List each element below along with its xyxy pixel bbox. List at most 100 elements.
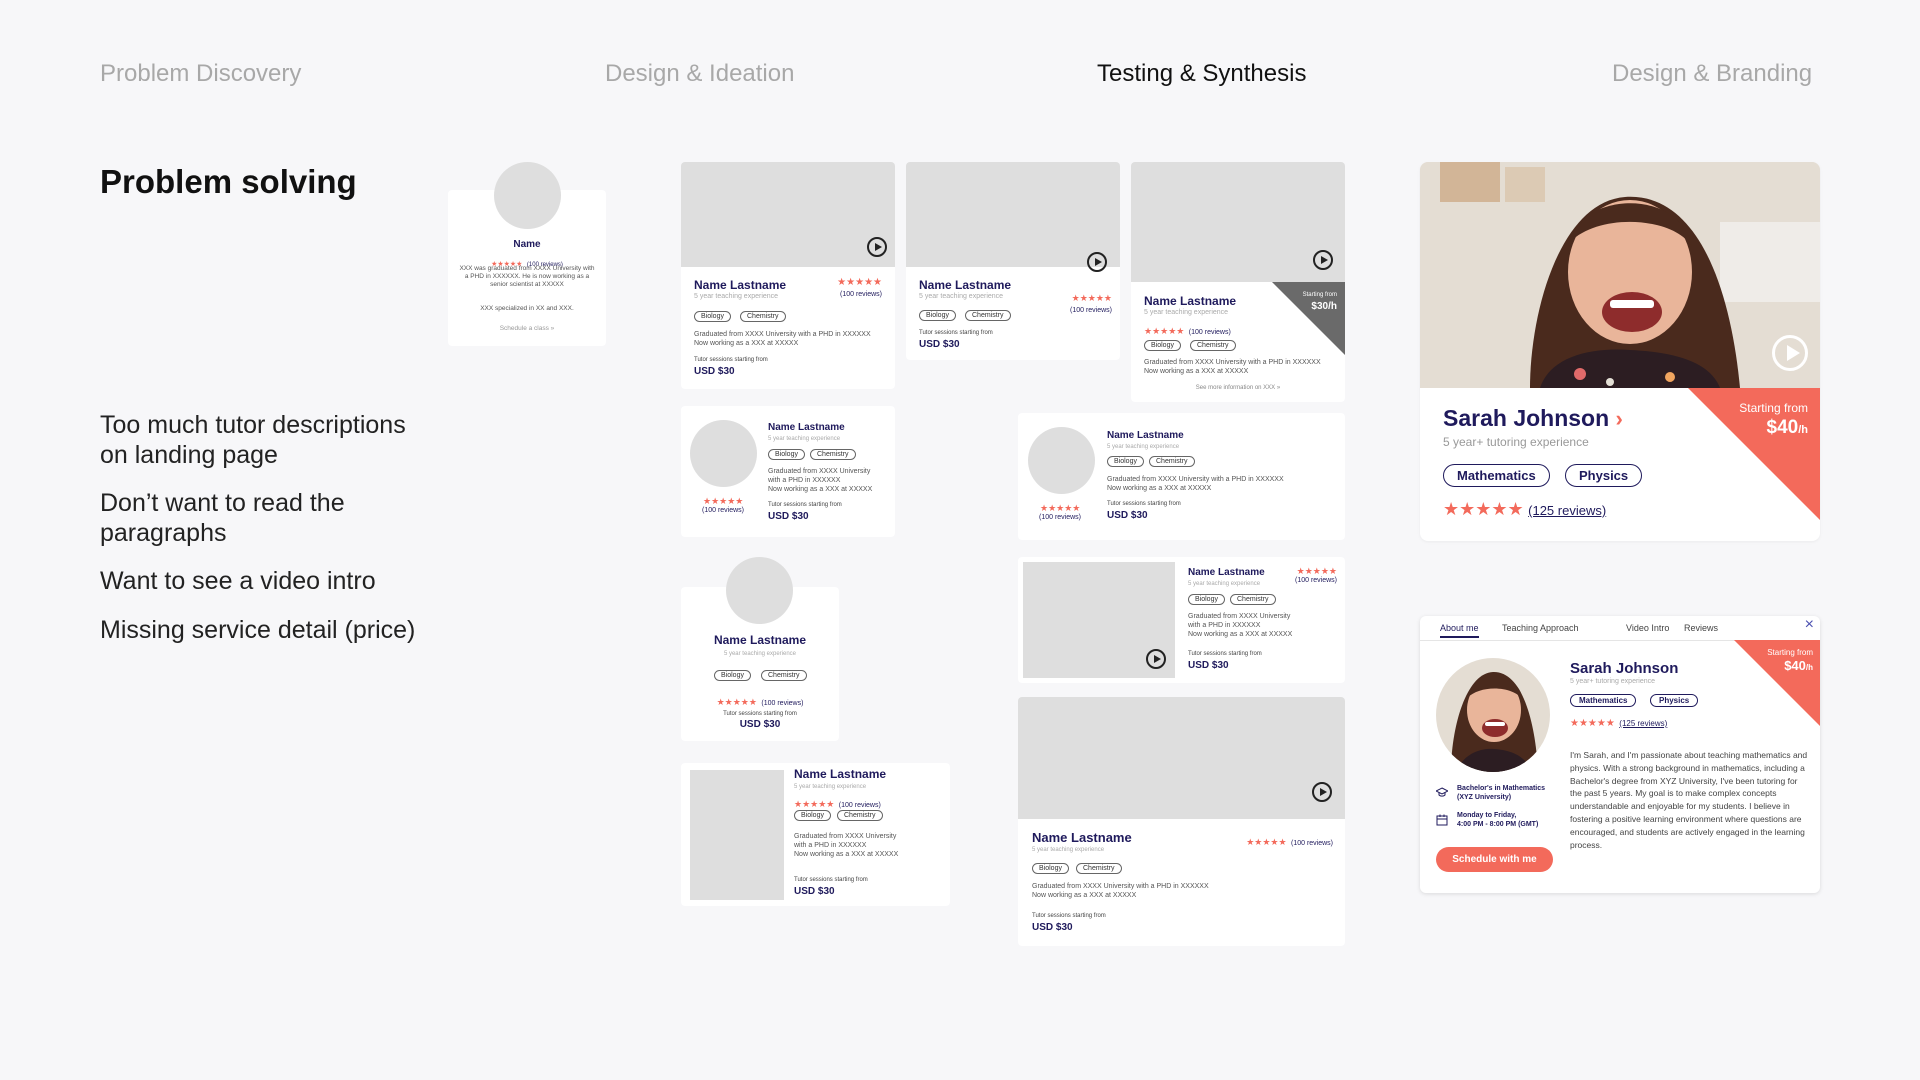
tutor-experience: 5 year teaching experience xyxy=(1188,581,1261,587)
tutor-name: Name Lastname xyxy=(1144,294,1237,308)
session-price: USD $30 xyxy=(1107,510,1148,521)
play-icon[interactable] xyxy=(867,237,887,257)
tutor-description: Graduated from XXXX University with a PH… xyxy=(1107,476,1284,492)
subject-tag: Biology xyxy=(794,810,831,821)
tab-reviews[interactable]: Reviews xyxy=(1684,623,1718,633)
sessions-label: Tutor sessions starting from xyxy=(768,502,842,508)
corner-price: $30/h xyxy=(1311,301,1337,312)
sessions-label: Tutor sessions starting from xyxy=(723,711,797,717)
tutor-bio: I'm Sarah, and I'm passionate about teac… xyxy=(1570,750,1808,850)
tutor-description: XXX was graduated from XXXX University w… xyxy=(459,265,595,288)
video-placeholder[interactable] xyxy=(906,162,1120,267)
tutor-experience: 5 year teaching experience xyxy=(1032,847,1105,853)
tutor-description: Graduated from XXXX University with a PH… xyxy=(1144,359,1321,375)
pain-point: Missing service detail (price) xyxy=(100,616,416,644)
chevron-right-icon[interactable]: › xyxy=(1616,406,1623,431)
rating-stars: ★★★★★ xyxy=(837,277,882,288)
avatar-placeholder xyxy=(726,557,793,624)
subject-tag: Biology xyxy=(1188,594,1225,605)
subject-tag: Physics xyxy=(1565,464,1643,487)
avatar-placeholder xyxy=(690,420,757,487)
tutor-photo xyxy=(1420,162,1820,388)
rating-stars: ★★★★★ xyxy=(1246,837,1287,847)
subject-tag: Biology xyxy=(714,670,751,681)
play-icon[interactable] xyxy=(1087,252,1107,272)
schedule-button[interactable]: Schedule with me xyxy=(1436,847,1553,872)
tutor-experience: 5 year teaching experience xyxy=(1144,309,1229,316)
rating-stars: ★★★★★ xyxy=(1071,293,1112,303)
tutor-experience: 5 year+ tutoring experience xyxy=(1570,678,1656,685)
wireframe-card-video-left: Name Lastname ★★★★★ 5 year teaching expe… xyxy=(1018,557,1345,683)
play-icon[interactable] xyxy=(1772,335,1808,371)
session-price: USD $30 xyxy=(794,886,835,897)
play-icon[interactable] xyxy=(1312,782,1332,802)
tutor-description: Graduated from XXXX University with a PHD… xyxy=(1188,613,1293,638)
tutor-description: Graduated from XXXX University with a PHD… xyxy=(794,833,899,858)
subject-tag: Chemistry xyxy=(1149,456,1195,467)
review-count: (100 reviews) xyxy=(1188,329,1231,336)
corner-starting-label: Starting from xyxy=(1302,292,1337,298)
tutor-profile-modal: About me Teaching Approach Video Intro R… xyxy=(1420,616,1820,893)
tutor-description: Graduated from XXXX University with a PHD… xyxy=(768,468,873,493)
wireframe-card-photo-left: Name Lastname 5 year teaching experience… xyxy=(681,763,950,906)
wireframe-card-video-large: Name Lastname ★★★★★ (100 reviews) 5 year… xyxy=(1018,697,1345,946)
review-count: (100 reviews) xyxy=(839,291,882,298)
tutor-specialty: XXX specialized in XX and XXX. xyxy=(480,305,574,312)
stage-problem-discovery: Problem Discovery xyxy=(100,60,302,87)
review-count: (100 reviews) xyxy=(1039,514,1082,521)
wireframe-card-video-a: Name Lastname ★★★★★ 5 year teaching expe… xyxy=(681,162,895,389)
tutor-name: Name Lastname xyxy=(794,767,887,781)
close-icon[interactable]: × xyxy=(1805,616,1814,634)
see-more-link[interactable]: See more information on XXX » xyxy=(1131,385,1345,391)
wireframe-card-video-b: Name Lastname 5 year teaching experience… xyxy=(906,162,1120,360)
session-price: USD $30 xyxy=(1188,660,1229,671)
session-price: USD $30 xyxy=(694,366,735,377)
stage-design-branding: Design & Branding xyxy=(1612,60,1813,87)
tutor-name: Name Lastname xyxy=(1188,567,1265,578)
review-count: (100 reviews) xyxy=(1069,307,1112,314)
play-icon[interactable] xyxy=(1146,649,1166,669)
stage-design-ideation: Design & Ideation xyxy=(605,60,795,87)
subject-tag: Chemistry xyxy=(1230,594,1276,605)
tutor-name[interactable]: Sarah Johnson › xyxy=(1443,405,1623,432)
tutor-card-final[interactable]: Starting from $40/h Sarah Johnson › 5 ye… xyxy=(1420,162,1820,541)
subject-tag: Chemistry xyxy=(965,310,1011,321)
tutor-availability: Monday to Friday, 4:00 PM - 8:00 PM (GMT) xyxy=(1457,812,1539,828)
review-count: (100 reviews) xyxy=(761,700,804,707)
reviews-link[interactable]: (125 reviews) xyxy=(1619,719,1667,728)
review-count: (100 reviews) xyxy=(838,802,881,809)
reviews-link[interactable]: (125 reviews) xyxy=(1528,503,1606,518)
subject-tag: Mathematics xyxy=(1443,464,1550,487)
sessions-label: Tutor sessions starting from xyxy=(794,877,868,883)
tutor-name: Name Lastname xyxy=(919,278,1012,292)
rating-stars: ★★★★★ xyxy=(1040,503,1081,513)
calendar-icon xyxy=(1436,813,1448,826)
rating-stars: ★★★★★ xyxy=(716,697,757,707)
subject-tag: Biology xyxy=(1107,456,1144,467)
review-count: (100 reviews) xyxy=(1294,577,1337,584)
subject-tag: Chemistry xyxy=(761,670,807,681)
play-icon[interactable] xyxy=(1313,250,1333,270)
tab-teaching-approach[interactable]: Teaching Approach xyxy=(1502,623,1579,633)
tutor-avatar xyxy=(1436,658,1550,772)
sessions-label: Tutor sessions starting from xyxy=(919,330,993,336)
rating-stars: ★★★★★ xyxy=(1570,718,1615,729)
sessions-label: Tutor sessions starting from xyxy=(1032,913,1106,919)
tutor-experience: 5 year teaching experience xyxy=(794,784,867,790)
pain-point: Don’t want to read the paragraphs xyxy=(100,489,345,547)
review-count: (100 reviews) xyxy=(702,507,745,514)
sessions-label: Tutor sessions starting from xyxy=(1188,651,1262,657)
tutor-name: Sarah Johnson xyxy=(1570,660,1679,677)
photo-placeholder xyxy=(690,770,784,900)
hourly-price: $40/h xyxy=(1784,658,1813,673)
tab-video-intro[interactable]: Video Intro xyxy=(1626,623,1669,633)
video-placeholder[interactable] xyxy=(681,162,895,267)
subject-tag: Chemistry xyxy=(1190,340,1236,351)
schedule-link[interactable]: Schedule a class » xyxy=(448,324,606,333)
tutor-experience: 5 year teaching experience xyxy=(768,436,841,442)
starting-from-label: Starting from xyxy=(1739,401,1808,415)
tab-about-me[interactable]: About me xyxy=(1440,623,1479,638)
video-placeholder[interactable] xyxy=(1018,697,1345,819)
rating-stars: ★★★★★ xyxy=(703,496,744,506)
tutor-degree: Bachelor's in Mathematics (XYZ Universit… xyxy=(1457,785,1546,801)
